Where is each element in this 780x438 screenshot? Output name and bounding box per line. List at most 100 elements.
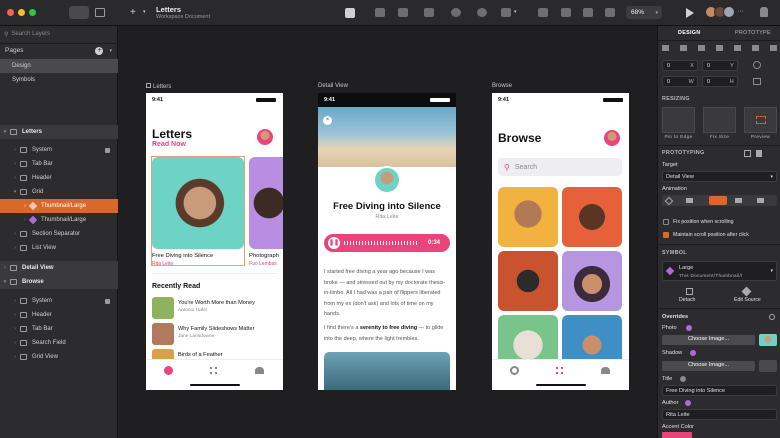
close-window-button[interactable] <box>7 9 14 16</box>
maintain-scroll-checkbox[interactable] <box>663 232 669 238</box>
animation-left-icon[interactable] <box>686 198 693 203</box>
notifications-bell-icon[interactable] <box>760 7 768 17</box>
mask-icon[interactable] <box>477 8 487 17</box>
page-item-design[interactable]: Design <box>0 59 118 73</box>
layer-artboard-letters[interactable]: ▾ Letters <box>0 125 118 139</box>
x-field[interactable]: 0X <box>662 60 698 71</box>
insert-chevron-icon[interactable]: ▾ <box>143 9 146 15</box>
list-item-thumbnail[interactable] <box>152 323 174 345</box>
list-item-thumbnail[interactable] <box>152 297 174 319</box>
tab-browse-icon[interactable] <box>556 367 563 374</box>
y-field[interactable]: 0Y <box>702 60 738 71</box>
close-icon[interactable]: × <box>323 116 332 125</box>
search-field[interactable]: ⚲ Search <box>498 158 622 176</box>
link-icon[interactable] <box>744 150 751 157</box>
artboard-label-detail[interactable]: Detail View <box>318 83 348 89</box>
layer-system[interactable]: › System <box>0 143 118 157</box>
thumbnail-large-photo-2[interactable] <box>249 157 283 249</box>
symbol-select[interactable]: Large This Document/Thumbnail/l ▾ <box>662 261 777 281</box>
detach-icon[interactable] <box>686 288 693 295</box>
align-middle-icon[interactable] <box>734 45 741 51</box>
tab-letters-icon[interactable] <box>164 366 173 375</box>
artboard-letters[interactable]: 9:41 Letters Read Now Free Diving into S… <box>146 93 283 390</box>
edit-source-icon[interactable] <box>741 286 752 297</box>
intersect-icon[interactable] <box>583 8 593 17</box>
chevron-right-icon[interactable]: › <box>10 326 20 332</box>
layer-grid-view[interactable]: › Grid View <box>0 350 118 364</box>
flip-icon[interactable] <box>753 78 761 85</box>
create-symbol-icon[interactable] <box>345 8 355 18</box>
frame-icon[interactable] <box>424 8 434 17</box>
add-page-icon[interactable]: + <box>95 46 104 55</box>
play-preview-icon[interactable] <box>686 8 694 18</box>
zoom-window-button[interactable] <box>29 9 36 16</box>
distribute-horizontal-icon[interactable] <box>770 45 777 51</box>
fix-size-control[interactable] <box>703 107 736 133</box>
grid-photo[interactable] <box>562 251 622 311</box>
align-icon[interactable] <box>375 8 385 17</box>
animation-top-icon[interactable] <box>757 198 764 203</box>
chevron-right-icon[interactable]: › <box>10 298 20 304</box>
delete-link-icon[interactable] <box>756 150 762 157</box>
minimize-window-button[interactable] <box>18 9 25 16</box>
chevron-down-icon[interactable]: ▾ <box>10 189 20 195</box>
rotate-icon[interactable] <box>753 61 761 69</box>
animation-bottom-icon[interactable] <box>709 196 727 205</box>
align-bottom-icon[interactable] <box>752 45 759 51</box>
chevron-right-icon[interactable]: › <box>10 245 20 251</box>
layer-grid[interactable]: ▾ Grid <box>0 185 118 199</box>
tab-letters-icon[interactable] <box>510 366 519 375</box>
grid-photo[interactable] <box>498 315 558 365</box>
pin-to-edge-control[interactable] <box>662 107 695 133</box>
chevron-right-icon[interactable]: › <box>10 354 20 360</box>
layer-browse-system[interactable]: › System <box>0 294 118 308</box>
chevron-right-icon[interactable]: › <box>10 340 20 346</box>
grid-photo[interactable] <box>562 187 622 247</box>
layer-list-view[interactable]: › List View <box>0 241 118 255</box>
grid-photo[interactable] <box>498 187 558 247</box>
zoom-select[interactable]: 68% ▾ <box>626 6 662 19</box>
grid-photo[interactable] <box>562 315 622 365</box>
layer-browse-header[interactable]: › Header <box>0 308 118 322</box>
animation-right-icon[interactable] <box>735 198 742 203</box>
layer-artboard-detail-view[interactable]: › Detail View <box>0 261 118 275</box>
chevron-right-icon[interactable]: › <box>10 147 20 153</box>
pages-collapse-icon[interactable]: ▾ <box>109 48 112 54</box>
insert-icon[interactable]: + <box>130 7 136 18</box>
grid-view-icon[interactable] <box>95 8 105 17</box>
layer-artboard-browse[interactable]: ▾ Browse <box>0 275 118 289</box>
layer-header[interactable]: › Header <box>0 171 118 185</box>
subtract-icon[interactable] <box>561 8 571 17</box>
page-item-symbols[interactable]: Symbols <box>0 73 118 87</box>
align-right-icon[interactable] <box>698 45 705 51</box>
chevron-right-icon[interactable]: › <box>10 161 20 167</box>
scale-chevron-icon[interactable]: ▾ <box>514 9 517 15</box>
artboard-label-letters[interactable]: Letters <box>146 83 171 90</box>
author-avatar[interactable] <box>373 166 401 194</box>
edit-source-label[interactable]: Edit Source <box>734 297 761 303</box>
layer-tab-bar[interactable]: › Tab Bar <box>0 157 118 171</box>
accent-color-swatch[interactable] <box>662 432 692 438</box>
layer-thumbnail-large[interactable]: › Thumbnail/Large <box>0 213 118 227</box>
grid-photo[interactable] <box>498 251 558 311</box>
artboard-label-browse[interactable]: Browse <box>492 83 512 89</box>
layer-search-field[interactable]: › Search Field <box>0 336 118 350</box>
layer-browse-tab-bar[interactable]: › Tab Bar <box>0 322 118 336</box>
tab-prototype[interactable]: PROTOTYPE <box>735 30 771 36</box>
chevron-down-icon[interactable]: ▾ <box>0 129 10 135</box>
sidebar-toggle-icon[interactable] <box>69 6 89 19</box>
tab-people-icon[interactable] <box>601 367 610 374</box>
chevron-down-icon[interactable]: ▾ <box>0 279 10 285</box>
difference-icon[interactable] <box>605 8 615 17</box>
title-override-field[interactable]: Free Diving into Silence <box>662 385 777 396</box>
shadow-thumbnail[interactable] <box>759 360 777 372</box>
artboard-detail-view[interactable]: 9:41 × Free Diving into Silence Rita Lei… <box>318 93 456 390</box>
layer-thumbnail-large-selected[interactable]: › Thumbnail/Large <box>0 199 118 213</box>
layer-section-separator[interactable]: › Section Separator <box>0 227 118 241</box>
chevron-right-icon[interactable]: › <box>10 175 20 181</box>
photo-thumbnail[interactable] <box>759 334 777 346</box>
tab-browse-icon[interactable] <box>210 367 217 374</box>
align-center-icon[interactable] <box>680 45 687 51</box>
tab-people-icon[interactable] <box>255 367 264 374</box>
union-icon[interactable] <box>538 8 548 17</box>
